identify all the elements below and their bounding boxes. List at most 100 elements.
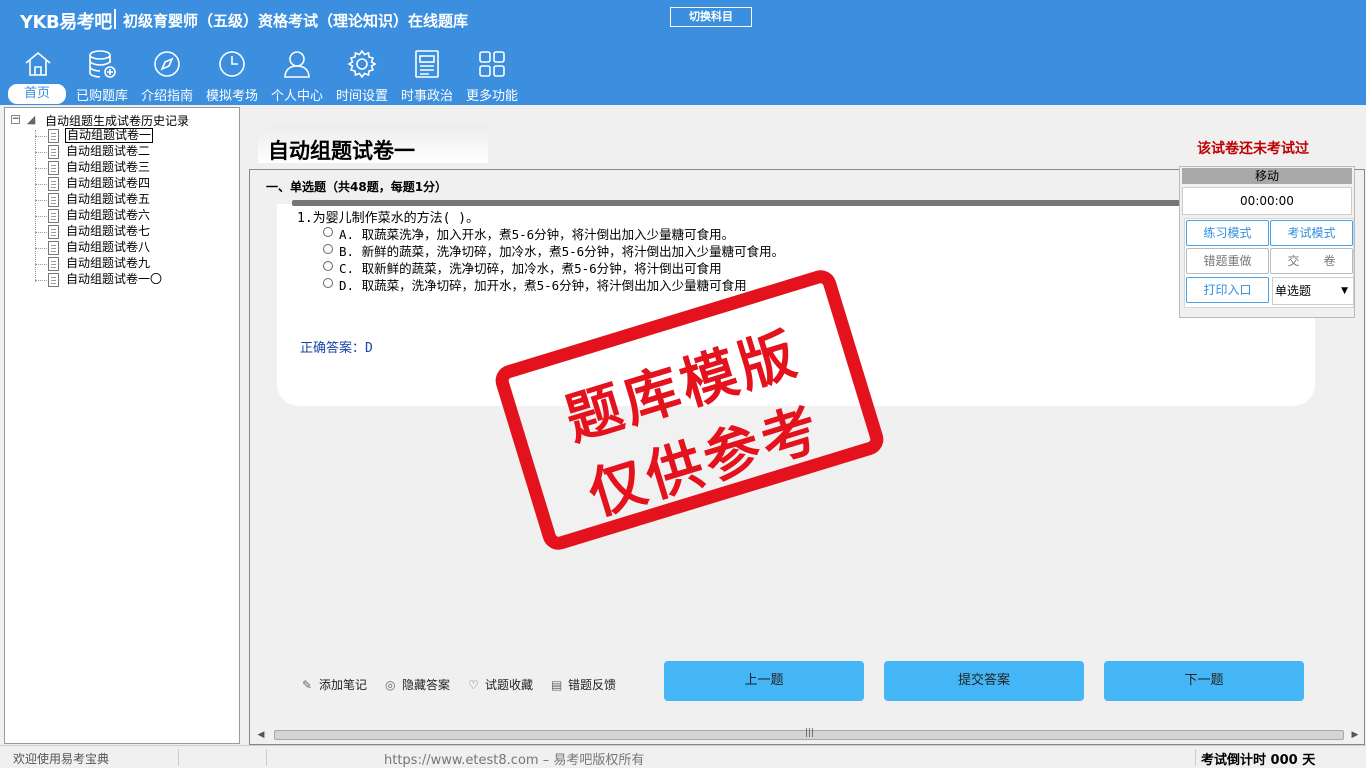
move-handle[interactable]: 移动 bbox=[1182, 168, 1352, 184]
switch-subject-button[interactable]: 切换科目 bbox=[670, 7, 752, 27]
clock-icon bbox=[219, 51, 245, 77]
tree-item-label: 自动组题试卷九 bbox=[66, 256, 151, 270]
radio-button[interactable] bbox=[323, 261, 333, 271]
exam-mode-button[interactable]: 考试模式 bbox=[1270, 220, 1353, 246]
exam-countdown: 考试倒计时 000 天 bbox=[1201, 753, 1316, 768]
submit-paper-button[interactable]: 交 卷 bbox=[1270, 248, 1353, 274]
copyright-text: https://www.etest8.com – 易考吧版权所有 bbox=[384, 753, 645, 768]
document-icon bbox=[48, 129, 59, 143]
favorite-question-link[interactable]: ♡ 试题收藏 bbox=[468, 676, 533, 693]
tool-label: 试题收藏 bbox=[485, 678, 534, 692]
correct-answer: 正确答案：D bbox=[300, 341, 373, 356]
app-header: YKB易考吧 初级育婴师（五级）资格考试（理论知识）在线题库 切换科目 首页 已… bbox=[0, 0, 1366, 105]
exam-status-text: 该试卷还未考试过 bbox=[1197, 141, 1309, 157]
pencil-icon: ✎ bbox=[302, 678, 313, 692]
tree-connector bbox=[35, 248, 47, 249]
tree-connector bbox=[35, 168, 47, 169]
nav-profile[interactable]: 个人中心 bbox=[265, 46, 329, 104]
home-icon bbox=[25, 51, 51, 76]
document-icon bbox=[48, 177, 59, 191]
status-bar: 欢迎使用易考宝典 https://www.etest8.com – 易考吧版权所… bbox=[0, 745, 1366, 768]
grip-icon: ||| bbox=[805, 728, 815, 738]
status-divider bbox=[266, 749, 267, 766]
tree-item-label: 自动组题试卷一〇 bbox=[66, 272, 163, 286]
prev-question-button[interactable]: 上一题 bbox=[664, 661, 864, 701]
document-icon bbox=[48, 193, 59, 207]
practice-mode-button[interactable]: 练习模式 bbox=[1186, 220, 1269, 246]
app-title: 初级育婴师（五级）资格考试（理论知识）在线题库 bbox=[123, 12, 469, 30]
submit-answer-button[interactable]: 提交答案 bbox=[884, 661, 1084, 701]
grid-icon bbox=[479, 51, 505, 77]
next-question-button[interactable]: 下一题 bbox=[1104, 661, 1304, 701]
nav-label: 首页 bbox=[8, 84, 66, 104]
document-icon bbox=[48, 145, 59, 159]
tree-item-label: 自动组题试卷七 bbox=[66, 224, 151, 238]
scroll-left-icon[interactable]: ◀ bbox=[254, 728, 268, 742]
status-divider bbox=[178, 749, 179, 766]
paper-history-tree: − 自动组题生成试卷历史记录 自动组题试卷一 自动组题试卷二 自动组题试卷三 自… bbox=[4, 107, 240, 744]
status-divider bbox=[1195, 749, 1196, 766]
nav-current-affairs[interactable]: 时事政治 bbox=[395, 46, 459, 104]
user-icon bbox=[284, 51, 310, 78]
nav-label: 时事政治 bbox=[400, 89, 453, 104]
tree-item-label: 自动组题试卷八 bbox=[66, 240, 151, 254]
print-button[interactable]: 打印入口 bbox=[1186, 277, 1269, 303]
scroll-right-icon[interactable]: ▶ bbox=[1348, 728, 1362, 742]
tree-connector bbox=[35, 264, 47, 265]
paper-title: 自动组题试卷一 bbox=[268, 139, 415, 163]
nav-guide[interactable]: 介绍指南 bbox=[135, 46, 199, 104]
option-text: D. 取蔬菜，洗净切碎，加开水，煮5-6分钟，将汁倒出加入少量糖可食用 bbox=[339, 278, 747, 293]
nav-label: 个人中心 bbox=[270, 89, 323, 104]
tree-item-label: 自动组题试卷五 bbox=[66, 192, 151, 206]
scrollbar-thumb[interactable]: ||| bbox=[274, 728, 1344, 740]
nav-home[interactable]: 首页 bbox=[6, 46, 70, 104]
eye-icon: ◎ bbox=[385, 678, 396, 692]
collapse-toggle-icon[interactable]: − bbox=[11, 115, 20, 124]
horizontal-scrollbar[interactable]: ◀ ||| ▶ bbox=[254, 728, 1362, 742]
document-icon bbox=[48, 225, 59, 239]
nav-more[interactable]: 更多功能 bbox=[460, 46, 524, 104]
section-heading: 一、单选题（共48题，每题1分） bbox=[266, 180, 448, 194]
news-icon bbox=[415, 50, 439, 78]
nav-label: 更多功能 bbox=[465, 89, 518, 104]
nav-label: 介绍指南 bbox=[140, 89, 193, 104]
tool-label: 错题反馈 bbox=[568, 678, 617, 692]
document-icon bbox=[48, 161, 59, 175]
tree-connector bbox=[35, 232, 47, 233]
question-type-select[interactable]: 单选题 ▼ bbox=[1272, 277, 1354, 305]
mode-controls: 练习模式 考试模式 错题重做 交 卷 打印入口 单选题 ▼ bbox=[1184, 218, 1354, 308]
tool-label: 添加笔记 bbox=[319, 678, 368, 692]
document-icon bbox=[48, 257, 59, 271]
nav-mock-exam[interactable]: 模拟考场 bbox=[200, 46, 264, 104]
document-icon bbox=[48, 241, 59, 255]
heart-icon: ♡ bbox=[468, 678, 479, 692]
timer-panel: 移动 00:00:00 练习模式 考试模式 错题重做 交 卷 打印入口 单选题 … bbox=[1179, 166, 1355, 318]
error-feedback-link[interactable]: ▤ 错题反馈 bbox=[551, 676, 616, 693]
feedback-icon: ▤ bbox=[551, 678, 563, 692]
radio-button[interactable] bbox=[323, 244, 333, 254]
nav-time-settings[interactable]: 时间设置 bbox=[330, 46, 394, 104]
tool-label: 隐藏答案 bbox=[402, 678, 451, 692]
content-scroll-strip bbox=[292, 200, 1192, 206]
tree-connector bbox=[35, 216, 47, 217]
tree-connector bbox=[35, 200, 47, 201]
radio-button[interactable] bbox=[323, 227, 333, 237]
radio-button[interactable] bbox=[323, 278, 333, 288]
tree-item-label: 自动组题试卷三 bbox=[66, 160, 151, 174]
document-icon bbox=[48, 209, 59, 223]
compass-icon bbox=[154, 51, 180, 77]
add-note-link[interactable]: ✎ 添加笔记 bbox=[302, 676, 367, 693]
gear-icon bbox=[347, 49, 377, 79]
select-value: 单选题 bbox=[1275, 284, 1312, 298]
nav-label: 时间设置 bbox=[335, 89, 388, 104]
timer-display: 00:00:00 bbox=[1182, 187, 1352, 215]
nav-label: 模拟考场 bbox=[205, 89, 258, 104]
tree-connector bbox=[35, 136, 47, 137]
welcome-text: 欢迎使用易考宝典 bbox=[13, 752, 110, 766]
redo-wrong-button[interactable]: 错题重做 bbox=[1186, 248, 1269, 274]
hide-answer-link[interactable]: ◎ 隐藏答案 bbox=[385, 676, 450, 693]
nav-label: 已购题库 bbox=[75, 89, 128, 104]
tree-item-label: 自动组题试卷四 bbox=[66, 176, 151, 190]
tree-item-label: 自动组题试卷二 bbox=[66, 144, 151, 158]
nav-purchased[interactable]: 已购题库 bbox=[70, 46, 134, 104]
